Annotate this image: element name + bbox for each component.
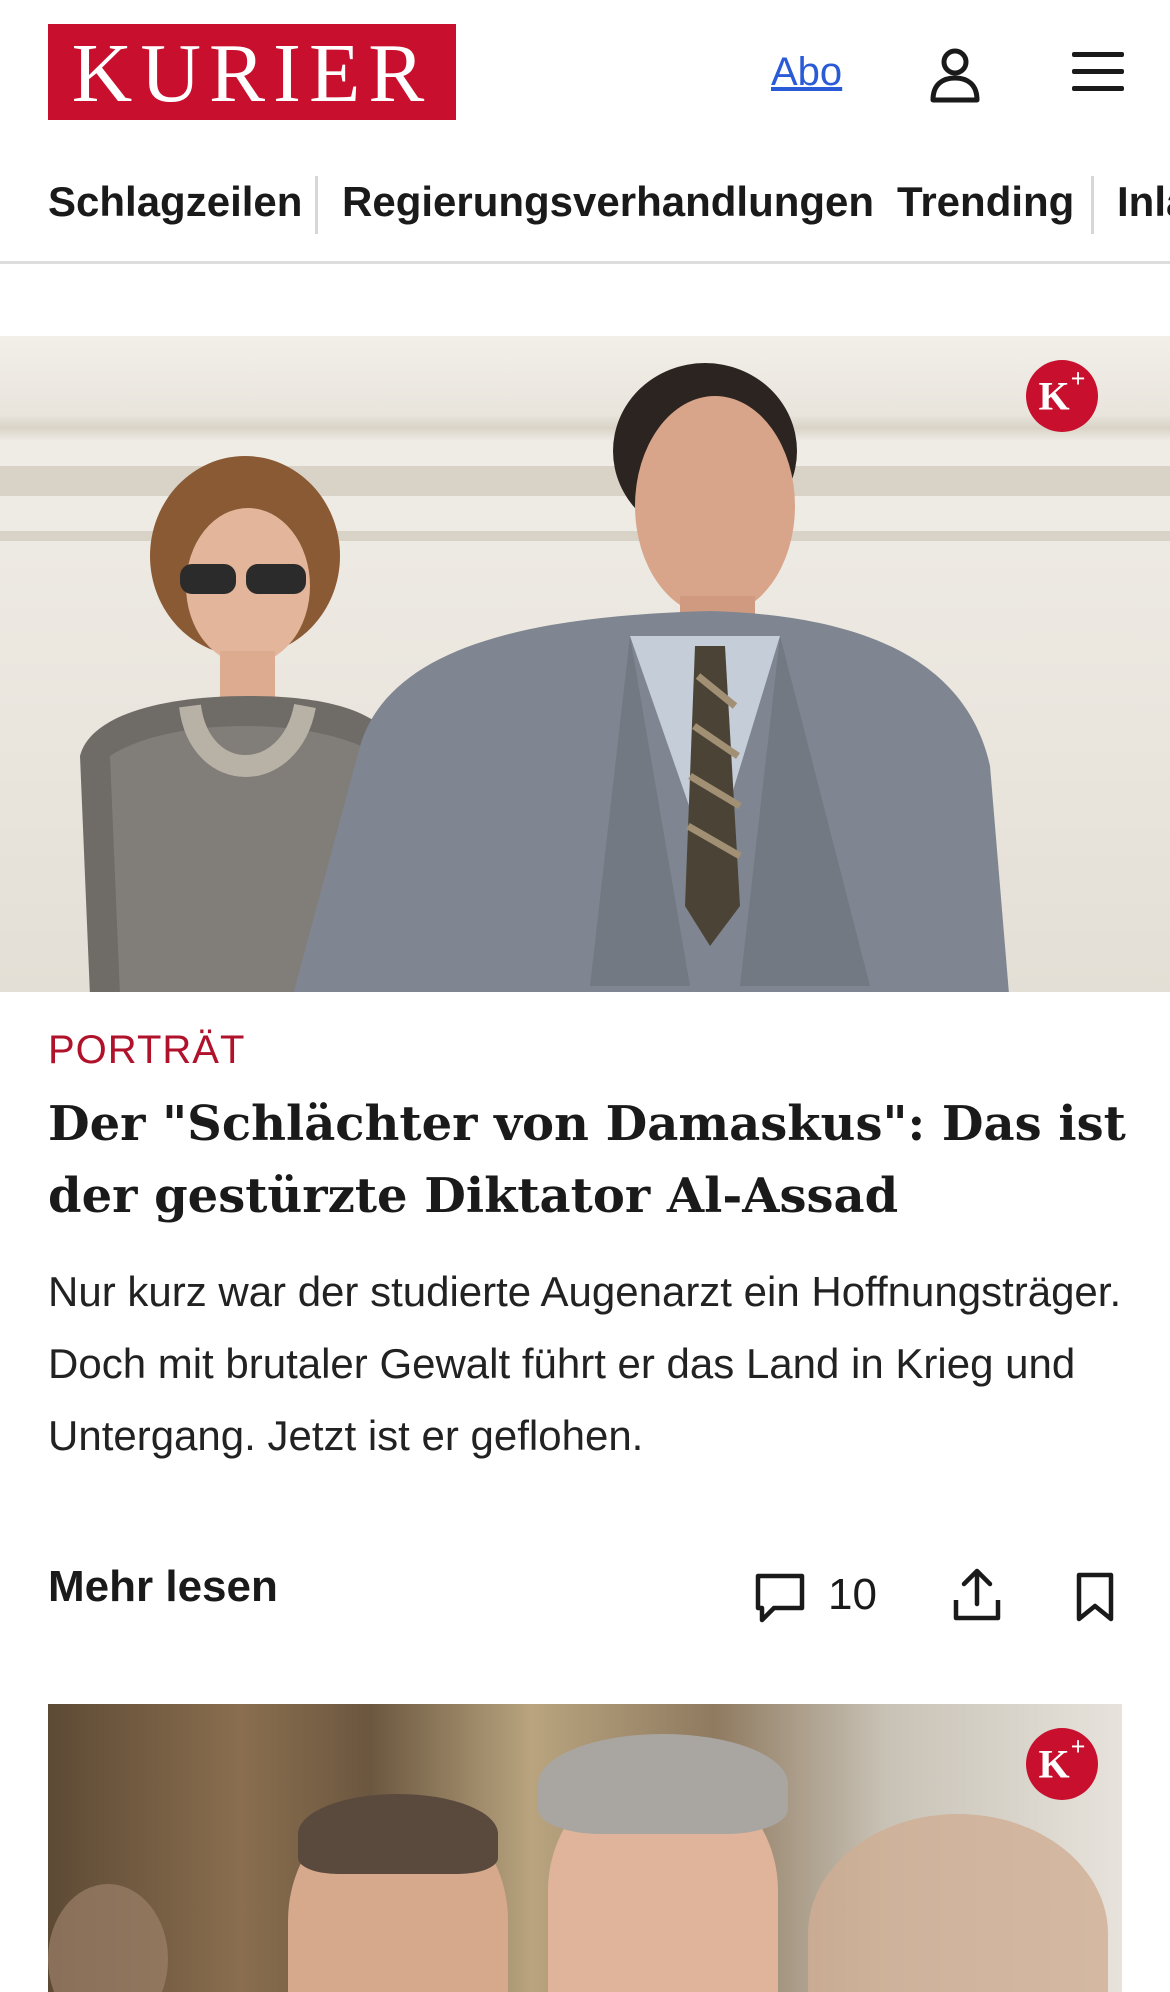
photo-person [808,1814,1108,1992]
kplus-premium-badge: K+ [1026,1728,1098,1800]
user-icon[interactable] [925,44,985,104]
nav-item-inland[interactable]: Inland [1117,178,1170,226]
article-kicker: PORTRÄT [48,1028,246,1072]
kplus-premium-badge: K+ [1026,360,1098,432]
photo-person [298,1794,498,1874]
photo-person [538,1734,788,1834]
read-more-link[interactable]: Mehr lesen [48,1562,278,1612]
hamburger-menu-icon[interactable] [1070,48,1126,96]
comment-count[interactable]: 10 [828,1570,877,1620]
nav-item-regierungsverhandlungen[interactable]: Regierungsverhandlungen [342,178,874,226]
share-icon[interactable] [952,1566,1002,1622]
article-image-2[interactable]: K+ [48,1704,1122,1992]
photo-person [48,1884,168,1992]
abo-link[interactable]: Abo [771,50,842,95]
kurier-logo[interactable]: KURIER [48,24,456,120]
article-hero-image[interactable]: K+ [0,336,1170,992]
nav-separator [1091,176,1094,234]
nav-item-trending[interactable]: Trending [897,178,1074,226]
category-nav: Schlagzeilen Regierungsverhandlungen Tre… [0,168,1170,264]
site-header: KURIER Abo [0,0,1170,150]
bookmark-icon[interactable] [1074,1572,1116,1622]
nav-separator [315,176,318,234]
comment-icon[interactable] [752,1570,808,1626]
nav-item-schlagzeilen[interactable]: Schlagzeilen [48,178,302,226]
article-title[interactable]: Der "Schlächter von Damaskus": Das ist d… [48,1088,1128,1232]
photo-man [293,363,1009,992]
article-teaser[interactable]: Nur kurz war der studierte Augenarzt ein… [48,1256,1128,1472]
